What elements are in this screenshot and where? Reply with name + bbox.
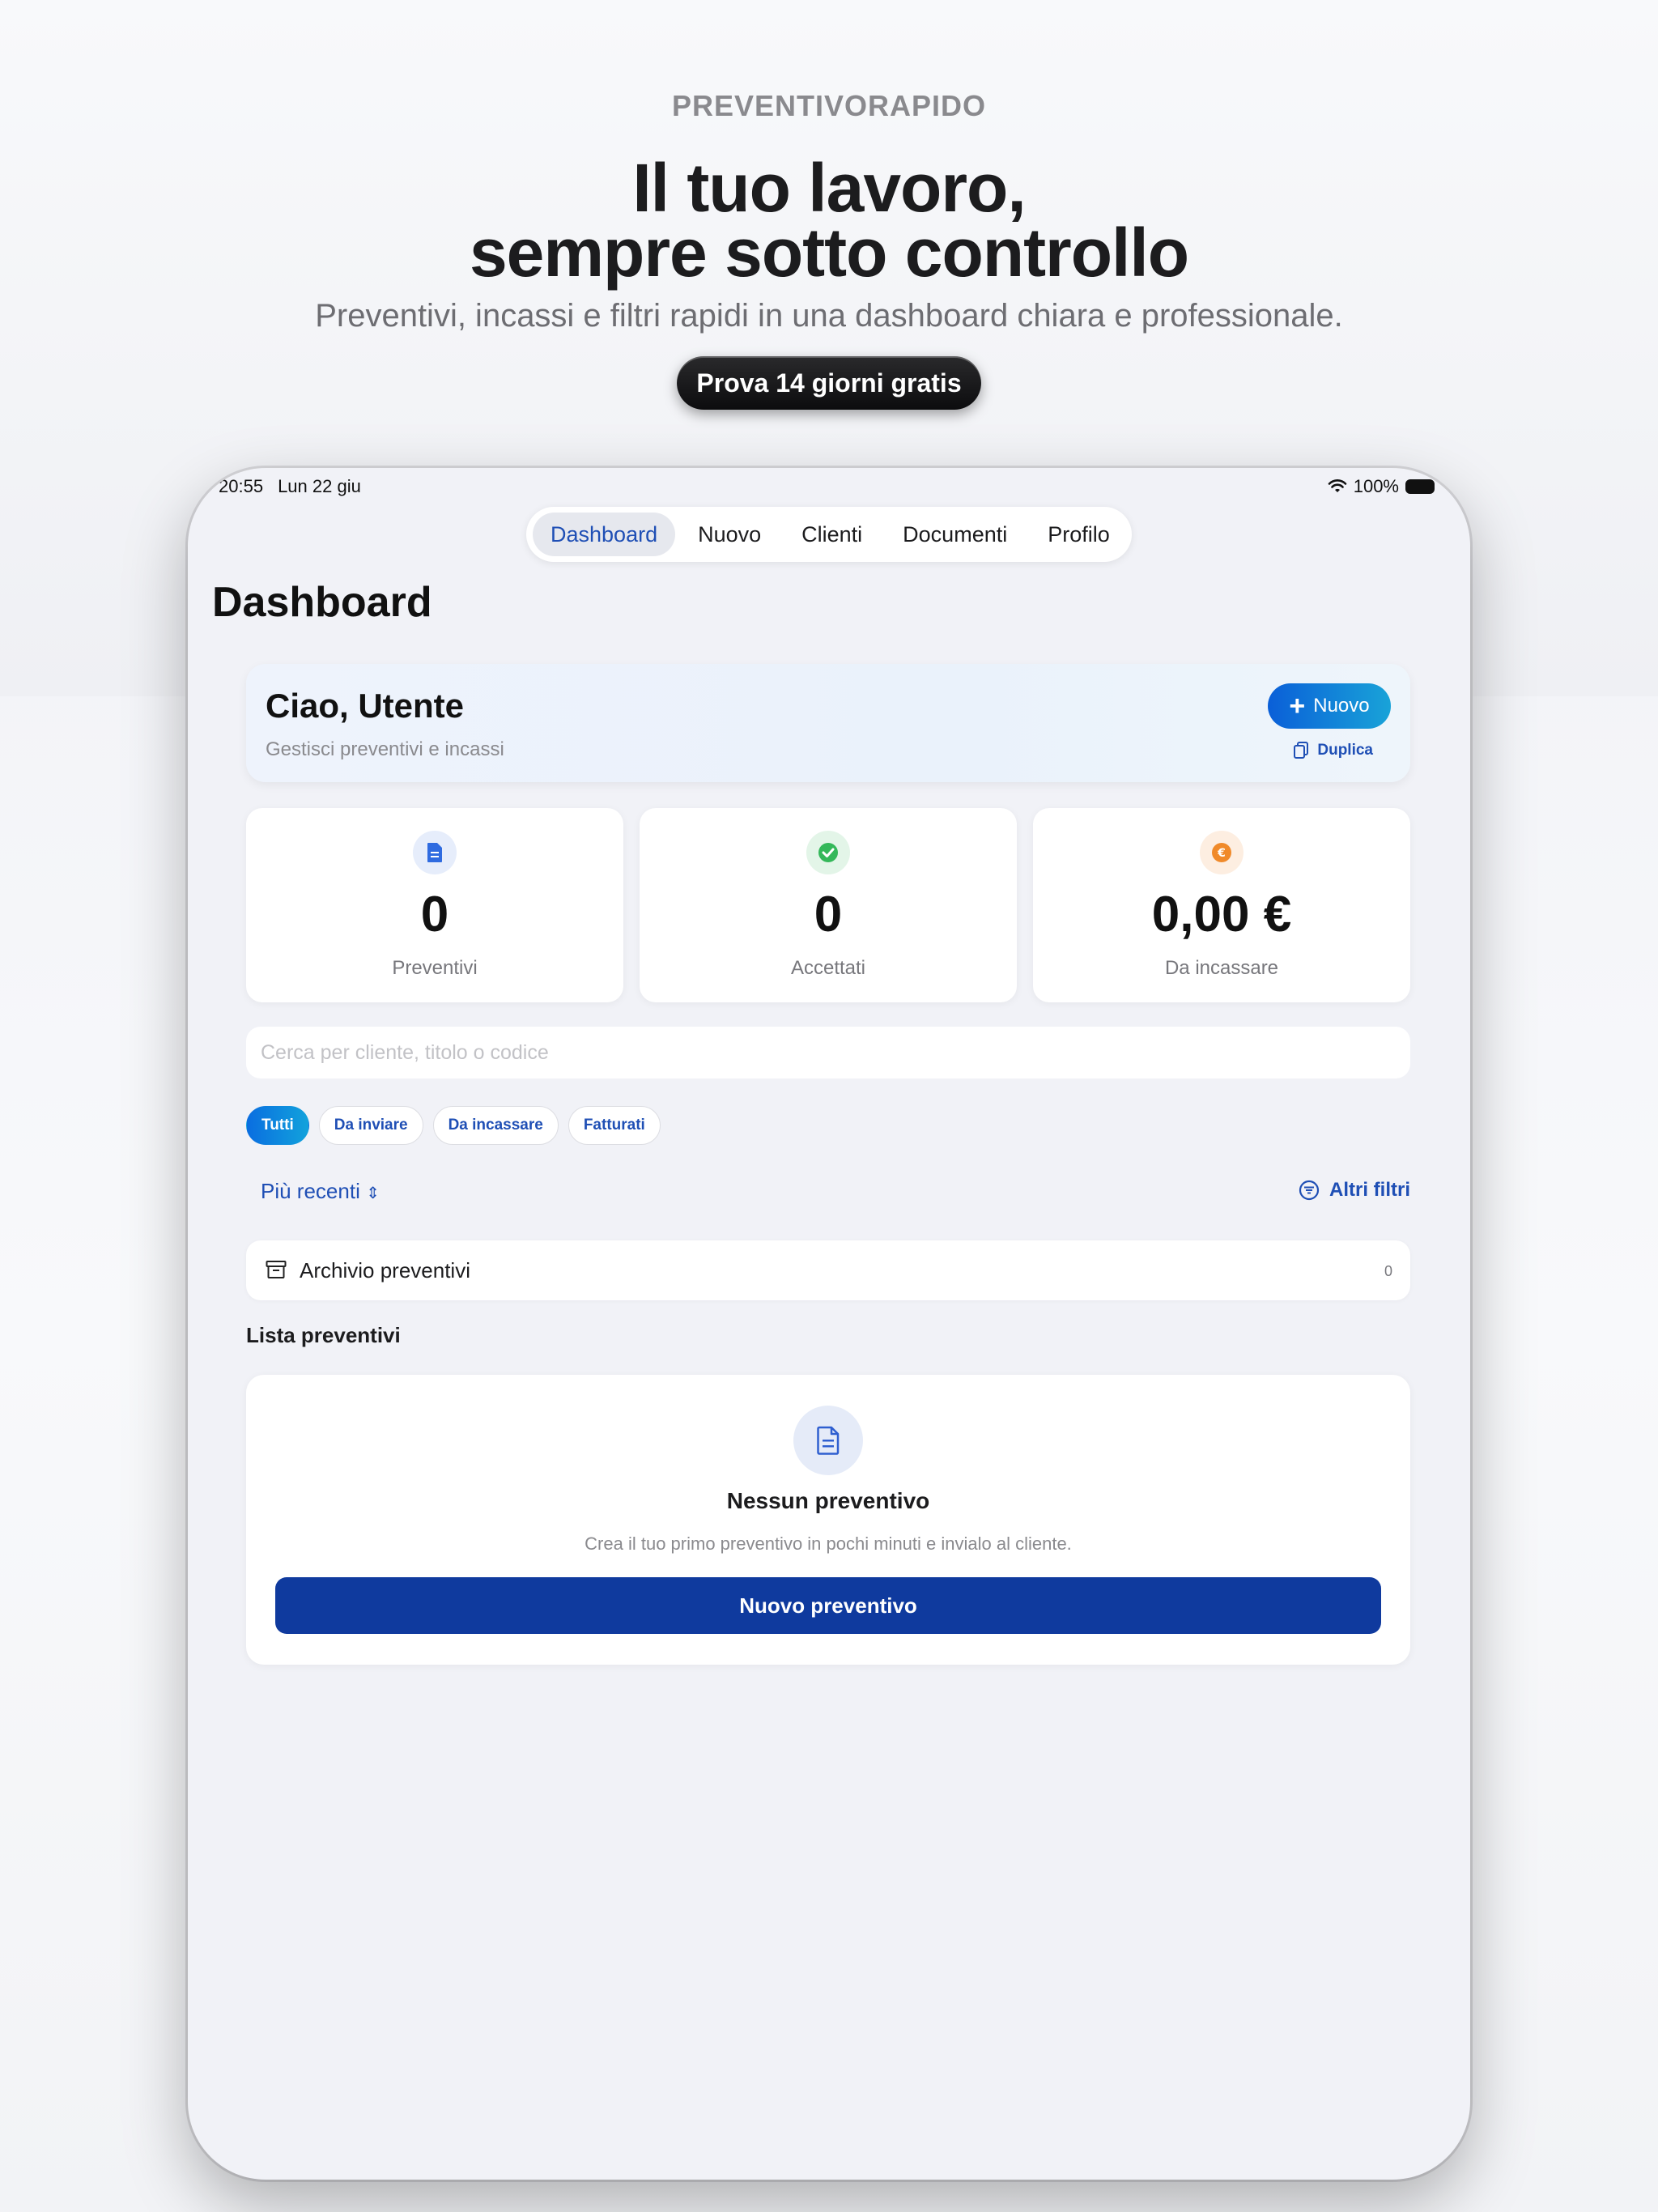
chip-tutti[interactable]: Tutti bbox=[246, 1106, 309, 1145]
archive-row[interactable]: Archivio preventivi 0 bbox=[246, 1240, 1410, 1300]
battery-percent: 100% bbox=[1353, 476, 1399, 496]
search-input[interactable] bbox=[246, 1027, 1410, 1078]
tab-dashboard[interactable]: Dashboard bbox=[533, 513, 676, 556]
sort-label: Più recenti bbox=[261, 1179, 360, 1203]
battery-icon bbox=[1405, 479, 1435, 494]
tablet-frame: 20:55 Lun 22 giu 100% Dashboard Nuovo Cli… bbox=[188, 468, 1470, 2180]
empty-state-card: Nessun preventivo Crea il tuo primo prev… bbox=[246, 1375, 1410, 1665]
chip-da-incassare[interactable]: Da incassare bbox=[432, 1106, 559, 1145]
filter-icon bbox=[1299, 1180, 1320, 1201]
document-icon bbox=[413, 831, 457, 874]
stat-card-accettati: 0 Accettati bbox=[640, 808, 1017, 1002]
status-time: 20:55 bbox=[219, 476, 264, 496]
new-quote-primary-button[interactable]: Nuovo preventivo bbox=[275, 1577, 1381, 1634]
copy-icon bbox=[1294, 742, 1309, 759]
empty-state-subtitle: Crea il tuo primo preventivo in pochi mi… bbox=[585, 1534, 1072, 1554]
archive-label: Archivio preventivi bbox=[300, 1258, 470, 1283]
archive-count: 0 bbox=[1384, 1263, 1392, 1279]
greeting-card: Ciao, Utente Gestisci preventivi e incas… bbox=[246, 664, 1410, 782]
more-filters-label: Altri filtri bbox=[1329, 1179, 1410, 1201]
duplicate-button-label: Duplica bbox=[1317, 742, 1373, 759]
brand-label: PREVENTIVORAPIDO bbox=[671, 89, 987, 122]
wifi-icon bbox=[1328, 479, 1347, 492]
chip-da-inviare[interactable]: Da inviare bbox=[318, 1106, 423, 1145]
promo-headline: Il tuo lavoro, sempre sotto controllo bbox=[0, 150, 1658, 291]
promo-subheadline: Preventivi, incassi e filtri rapidi in u… bbox=[315, 298, 1343, 334]
new-quote-button-label: Nuovo bbox=[1313, 695, 1370, 717]
status-bar-left: 20:55 Lun 22 giu bbox=[219, 476, 376, 497]
tab-documenti[interactable]: Documenti bbox=[885, 513, 1025, 556]
archive-box-icon bbox=[266, 1261, 287, 1278]
stat-label: Preventivi bbox=[392, 957, 478, 979]
stat-card-da-incassare: € 0,00 € Da incassare bbox=[1033, 808, 1410, 1002]
check-badge-icon bbox=[806, 831, 850, 874]
top-tab-bar: Dashboard Nuovo Clienti Documenti Profil… bbox=[526, 507, 1132, 562]
stat-label: Da incassare bbox=[1164, 957, 1279, 979]
euro-coin-icon: € bbox=[1200, 831, 1244, 874]
stat-value: 0 bbox=[420, 887, 449, 942]
chip-fatturati[interactable]: Fatturati bbox=[568, 1106, 661, 1145]
document-icon bbox=[793, 1406, 863, 1475]
duplicate-button[interactable]: Duplica bbox=[1293, 742, 1373, 759]
headline-line-1: Il tuo lavoro, bbox=[632, 150, 1026, 226]
free-trial-button[interactable]: Prova 14 giorni gratis bbox=[677, 356, 981, 410]
filter-chips: Tutti Da inviare Da incassare Fatturati bbox=[246, 1106, 661, 1145]
tab-profilo[interactable]: Profilo bbox=[1030, 513, 1128, 556]
chevron-up-down-icon: ⇕ bbox=[366, 1185, 380, 1202]
page-title: Dashboard bbox=[212, 579, 432, 626]
svg-text:€: € bbox=[1217, 847, 1226, 860]
tab-clienti[interactable]: Clienti bbox=[784, 513, 880, 556]
new-quote-button[interactable]: + Nuovo bbox=[1268, 683, 1391, 729]
plus-icon: + bbox=[1289, 691, 1306, 721]
headline-line-2: sempre sotto controllo bbox=[469, 215, 1189, 291]
tab-nuovo[interactable]: Nuovo bbox=[680, 513, 779, 556]
greeting-subtitle: Gestisci preventivi e incassi bbox=[266, 738, 504, 760]
status-date: Lun 22 giu bbox=[278, 476, 361, 496]
stat-label: Accettati bbox=[790, 957, 866, 979]
stat-value: 0,00 € bbox=[1151, 887, 1292, 942]
sort-selector[interactable]: Più recenti ⇕ bbox=[261, 1179, 380, 1204]
empty-state-title: Nessun preventivo bbox=[726, 1488, 930, 1513]
more-filters-button[interactable]: Altri filtri bbox=[1299, 1179, 1410, 1202]
stat-value: 0 bbox=[814, 887, 843, 942]
greeting-title: Ciao, Utente bbox=[266, 687, 465, 725]
status-bar-right: 100% bbox=[1328, 476, 1435, 497]
list-section-title: Lista preventivi bbox=[246, 1323, 401, 1347]
stat-card-preventivi: 0 Preventivi bbox=[246, 808, 623, 1002]
